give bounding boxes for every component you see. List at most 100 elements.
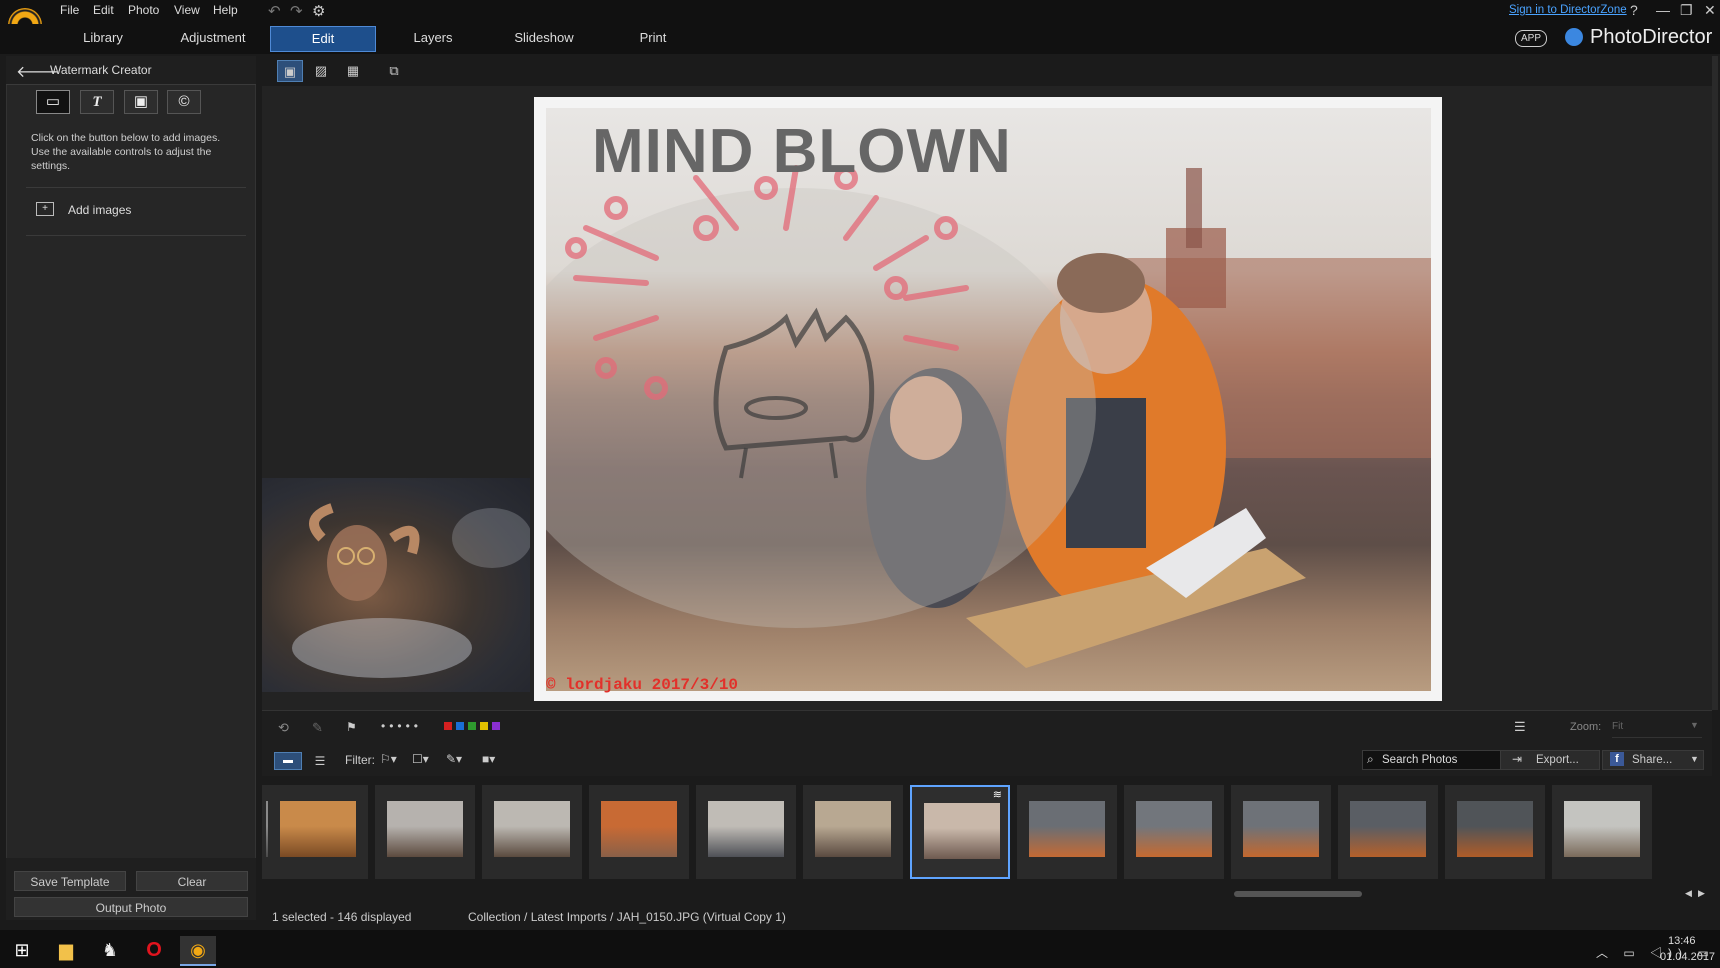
color-label-red[interactable]	[444, 722, 452, 730]
thumbnail-image	[1243, 801, 1319, 857]
compare-view-icon[interactable]: ⧉	[381, 60, 407, 82]
save-template-button[interactable]: Save Template	[14, 871, 126, 891]
sign-in-link[interactable]: Sign in to DirectorZone	[1509, 4, 1627, 16]
thumbnail-image	[280, 801, 356, 857]
clock-date[interactable]: 01.04.2017	[1660, 951, 1715, 963]
zoom-label: Zoom:	[1570, 721, 1602, 733]
filmstrip-view-icon[interactable]: ▬	[274, 752, 302, 770]
brush-icon[interactable]: ✎	[312, 720, 323, 736]
single-view-icon[interactable]: ▨	[308, 60, 334, 82]
filmstrip-scroll-thumb[interactable]	[1234, 891, 1362, 897]
help-icon[interactable]: ?	[1630, 2, 1638, 18]
rotate-icon[interactable]: ⟲	[278, 720, 289, 736]
thumbnail-image	[815, 801, 891, 857]
watermark-title-text[interactable]: MIND BLOWN	[592, 116, 1012, 187]
tab-slideshow[interactable]: Slideshow	[504, 26, 584, 50]
panel-title: Watermark Creator	[50, 63, 152, 77]
menu-file[interactable]: File	[60, 3, 79, 17]
filmstrip-thumbnail[interactable]	[1552, 785, 1652, 879]
filmstrip-thumbnail[interactable]	[696, 785, 796, 879]
tab-edit[interactable]: Edit	[270, 26, 376, 52]
windows-start-icon[interactable]: ⊞	[4, 936, 40, 964]
thumbnail-image	[387, 801, 463, 857]
module-tabs-bar	[0, 24, 1720, 54]
filmstrip-thumbnail[interactable]	[1017, 785, 1117, 879]
opera-icon[interactable]: O	[136, 936, 172, 964]
scroll-left-icon[interactable]: ◀	[1685, 888, 1692, 899]
color-label-yellow[interactable]	[480, 722, 488, 730]
filmstrip-thumbnail[interactable]	[375, 785, 475, 879]
watermark-signature-text[interactable]: © lordjaku 2017/3/10	[546, 676, 738, 694]
chevron-down-icon[interactable]: ▼	[1690, 720, 1699, 730]
color-label-green[interactable]	[468, 722, 476, 730]
view-toolbar	[262, 56, 1712, 86]
image-icon[interactable]: ▣	[124, 90, 158, 114]
edit-filter-icon[interactable]: ✎▾	[446, 752, 462, 766]
clear-button[interactable]: Clear	[136, 871, 248, 891]
filmstrip-thumbnail[interactable]	[1445, 785, 1545, 879]
thumbnail-image	[1029, 801, 1105, 857]
vertical-scrollbar[interactable]	[1712, 56, 1718, 710]
menu-edit[interactable]: Edit	[93, 3, 114, 17]
app-badge[interactable]: APP	[1515, 30, 1548, 47]
watermark-panel	[6, 56, 256, 920]
rectangle-icon[interactable]: ▭	[36, 90, 70, 114]
tab-print[interactable]: Print	[620, 26, 686, 50]
flag-icon[interactable]: ⚑	[346, 720, 357, 734]
menu-help[interactable]: Help	[213, 3, 238, 17]
filmstrip-thumbnail[interactable]	[803, 785, 903, 879]
flag-filter-icon[interactable]: ⚐▾	[380, 752, 397, 766]
color-label-blue[interactable]	[456, 722, 464, 730]
divider	[26, 235, 246, 236]
output-photo-button[interactable]: Output Photo	[14, 897, 248, 917]
add-images-button[interactable]: Add images	[68, 203, 131, 217]
settings-gear-icon[interactable]: ⚙	[312, 2, 325, 20]
zoom-select[interactable]: Fit	[1612, 721, 1702, 738]
thumbnail-image	[601, 801, 677, 857]
grid-view-icon[interactable]: ▦	[340, 60, 366, 82]
virtual-copy-icon: ≋	[992, 789, 1002, 801]
tab-adjustment[interactable]: Adjustment	[170, 26, 256, 50]
filmstrip-thumbnail[interactable]	[1231, 785, 1331, 879]
list-view-icon[interactable]: ☰	[306, 752, 334, 770]
minimize-icon[interactable]: —	[1656, 2, 1670, 18]
menu-view[interactable]: View	[174, 3, 200, 17]
copyright-icon[interactable]: ©	[167, 90, 201, 114]
sort-menu-icon[interactable]: ☰	[1514, 719, 1526, 735]
thumbnail-image	[1136, 801, 1212, 857]
filmstrip-thumbnail[interactable]	[1338, 785, 1438, 879]
close-icon[interactable]: ✕	[1704, 2, 1716, 19]
tab-library[interactable]: Library	[60, 26, 146, 50]
filmstrip-thumbnail[interactable]	[268, 785, 368, 879]
filmstrip-thumbnail[interactable]	[1124, 785, 1224, 879]
file-explorer-icon[interactable]: ▆	[48, 936, 84, 964]
watermark-image-preview[interactable]	[262, 478, 530, 692]
windows-taskbar	[0, 930, 1720, 968]
add-image-icon[interactable]: +	[36, 202, 54, 216]
rating-filter-icon[interactable]: ☐▾	[412, 752, 429, 766]
title-bar	[0, 0, 1720, 24]
undo-icon[interactable]: ↶	[268, 2, 281, 20]
rating-dots[interactable]: •••••	[381, 719, 422, 733]
directorzone-icon[interactable]	[1565, 28, 1583, 46]
clock-time[interactable]: 13:46	[1668, 935, 1696, 947]
text-icon[interactable]: T	[80, 90, 114, 114]
menu-photo[interactable]: Photo	[128, 3, 159, 17]
label-filter-icon[interactable]: ■▾	[482, 752, 495, 766]
filmstrip-thumbnail[interactable]	[589, 785, 689, 879]
filmstrip-thumbnail[interactable]: ≋	[910, 785, 1010, 879]
redo-icon[interactable]: ↷	[290, 2, 303, 20]
filmstrip-scrollbar[interactable]	[262, 890, 1688, 898]
share-menu-chevron-icon[interactable]: ▼	[1690, 754, 1699, 764]
thumbnail-image	[1457, 801, 1533, 857]
restore-icon[interactable]: ❐	[1680, 2, 1693, 19]
edited-photo[interactable]	[546, 108, 1431, 691]
photodirector-taskbar-icon[interactable]: ◉	[180, 936, 216, 966]
scroll-right-icon[interactable]: ▶	[1698, 888, 1705, 899]
color-label-purple[interactable]	[492, 722, 500, 730]
fox-app-icon[interactable]: ♞	[92, 936, 128, 964]
viewer-mode-icon[interactable]: ▣	[277, 60, 303, 82]
thumbnail-image	[708, 801, 784, 857]
filmstrip-thumbnail[interactable]	[482, 785, 582, 879]
tab-layers[interactable]: Layers	[392, 26, 474, 50]
